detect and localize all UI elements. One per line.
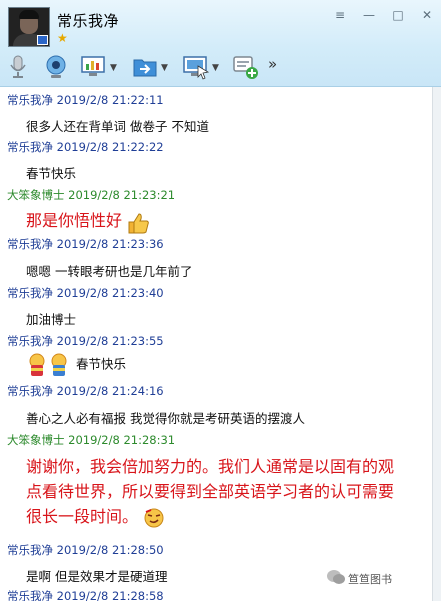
add-app-icon[interactable]: [232, 54, 260, 80]
thumbs-up-icon: [128, 212, 149, 233]
sender-name: 常乐我净: [7, 384, 53, 398]
message-line: 很长一段时间。: [26, 507, 139, 526]
message-line-last: 很长一段时间。: [26, 504, 421, 529]
sender-name: 常乐我净: [7, 589, 53, 601]
sender-name: 常乐我净: [7, 93, 53, 107]
minimize-button[interactable]: —: [360, 8, 378, 22]
sender-name: 常乐我净: [7, 286, 53, 300]
firecracker-icon: [29, 353, 67, 376]
message-time: 2019/2/8 21:28:58: [56, 589, 164, 601]
message-time: 2019/2/8 21:24:16: [56, 384, 164, 398]
message-header: 常乐我净 2019/2/8 21:23:55: [7, 333, 164, 349]
message-history: 常乐我净 2019/2/8 21:22:11 很多人还在背单词 做卷子 不知道 …: [0, 87, 433, 601]
toolbar: ▼ ▼ ▼ »: [0, 52, 441, 82]
message-header: 常乐我净 2019/2/8 21:23:36: [7, 236, 164, 252]
message-text: 加油博士: [26, 312, 77, 327]
message-header: 大笨象博士 2019/2/8 21:23:21: [7, 187, 175, 203]
file-transfer-dropdown[interactable]: ▼: [161, 63, 168, 73]
message-text: 是啊 但是效果才是硬道理: [26, 569, 168, 584]
message-text-row: 春节快乐: [26, 353, 126, 377]
message-time: 2019/2/8 21:23:55: [56, 334, 164, 348]
message-text-row: 那是你悟性好: [26, 207, 150, 234]
message-time: 2019/2/8 21:28:31: [68, 433, 176, 447]
contact-avatar[interactable]: [8, 7, 50, 47]
close-button[interactable]: ✕: [418, 8, 436, 22]
message-time: 2019/2/8 21:23:36: [56, 237, 164, 251]
sender-name: 大笨象博士: [7, 433, 65, 447]
smirk-face-icon: [144, 508, 164, 527]
sender-name: 常乐我净: [7, 237, 53, 251]
message-header: 常乐我净 2019/2/8 21:22:11: [7, 92, 164, 108]
message-time: 2019/2/8 21:23:40: [56, 286, 164, 300]
remote-desktop-dropdown[interactable]: ▼: [212, 63, 219, 73]
star-icon: ★: [57, 31, 68, 45]
contact-name: 常乐我净: [57, 12, 120, 30]
message-time: 2019/2/8 21:23:21: [68, 188, 176, 202]
message-time: 2019/2/8 21:22:22: [56, 140, 164, 154]
message-header: 常乐我净 2019/2/8 21:28:50: [7, 542, 164, 558]
microphone-icon[interactable]: [8, 54, 28, 80]
remote-desktop-icon[interactable]: [182, 54, 210, 80]
more-tools-button[interactable]: »: [268, 55, 277, 73]
file-transfer-icon[interactable]: [132, 54, 158, 80]
watermark: 笪笪图书: [348, 573, 392, 586]
message-header: 常乐我净 2019/2/8 21:24:16: [7, 383, 164, 399]
sender-name: 常乐我净: [7, 140, 53, 154]
sender-name: 大笨象博士: [7, 188, 65, 202]
message-line: 点看待世界，所以要得到全部英语学习者的认可需要: [26, 482, 395, 501]
maximize-button[interactable]: □: [389, 8, 407, 22]
camera-icon[interactable]: [44, 54, 68, 80]
sender-name: 常乐我净: [7, 543, 53, 557]
chat-window: 常乐我净 ★ ≡ — □ ✕ ▼ ▼ ▼ » 常乐我净 2019/2/8 21:…: [0, 0, 441, 601]
message-header: 常乐我净 2019/2/8 21:28:58: [7, 588, 164, 601]
screen-share-dropdown[interactable]: ▼: [110, 63, 117, 73]
message-line: 谢谢你，我会倍加努力的。我们人通常是以固有的观: [26, 457, 395, 476]
sender-name: 常乐我净: [7, 334, 53, 348]
message-text: 那是你悟性好: [26, 211, 123, 230]
message-time: 2019/2/8 21:28:50: [56, 543, 164, 557]
message-text: 春节快乐: [26, 166, 77, 181]
menu-button[interactable]: ≡: [331, 8, 349, 22]
message-text-block: 谢谢你，我会倍加努力的。我们人通常是以固有的观 点看待世界，所以要得到全部英语学…: [26, 454, 421, 529]
message-text: 很多人还在背单词 做卷子 不知道: [26, 119, 209, 134]
message-text: 善心之人必有福报 我觉得你就是考研英语的摆渡人: [26, 411, 305, 426]
message-text: 春节快乐: [75, 356, 126, 372]
screen-share-icon[interactable]: [80, 54, 106, 80]
message-header: 常乐我净 2019/2/8 21:22:22: [7, 139, 164, 155]
message-text: 嗯嗯 一转眼考研也是几年前了: [26, 264, 193, 279]
message-header: 大笨象博士 2019/2/8 21:28:31: [7, 432, 175, 448]
message-time: 2019/2/8 21:22:11: [56, 93, 164, 107]
message-header: 常乐我净 2019/2/8 21:23:40: [7, 285, 164, 301]
title-bar: 常乐我净 ★ ≡ — □ ✕ ▼ ▼ ▼ »: [0, 0, 441, 87]
wechat-icon: [327, 570, 345, 584]
scrollbar[interactable]: [432, 87, 441, 601]
